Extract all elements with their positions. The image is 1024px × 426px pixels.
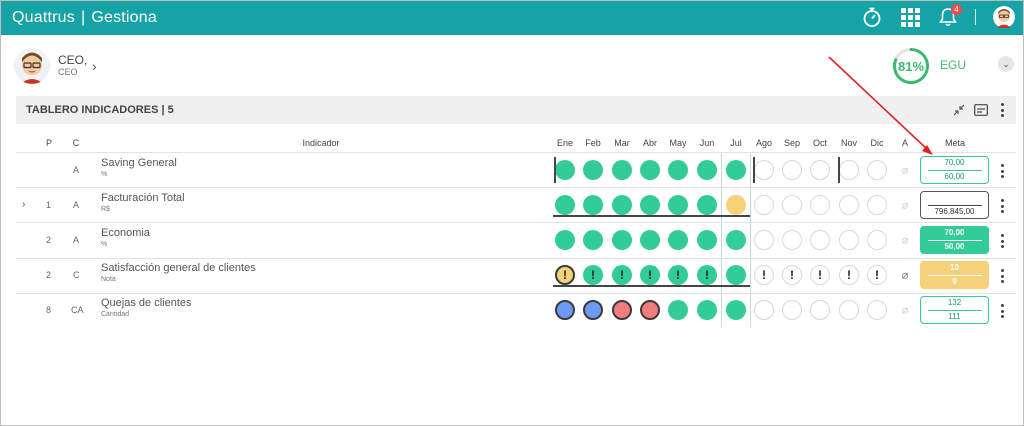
- annotation-arrow: [828, 56, 933, 155]
